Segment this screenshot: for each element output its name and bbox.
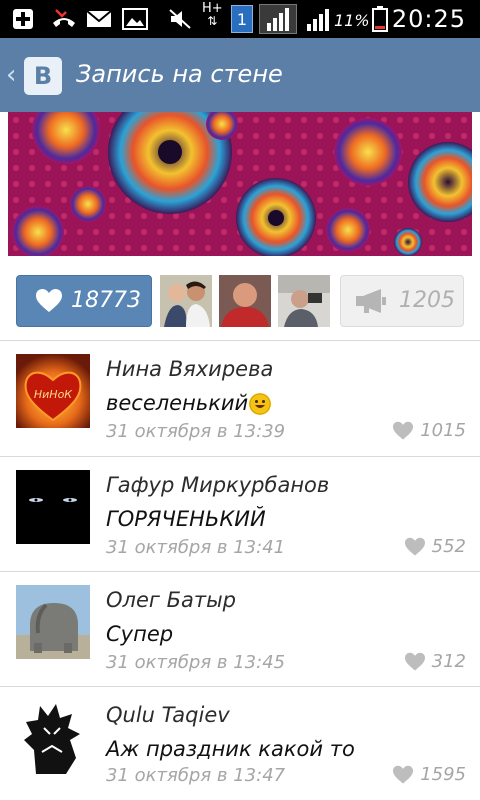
- liker-avatar[interactable]: [219, 275, 271, 327]
- avatar[interactable]: НиНоК: [16, 354, 90, 428]
- comment-date: 31 октября в 13:45: [106, 652, 286, 673]
- mail-icon: [86, 7, 112, 31]
- clock: 20:25: [391, 5, 466, 33]
- liker-avatar[interactable]: [278, 275, 330, 327]
- data-transfer-icon: H+ ⇅: [202, 1, 223, 28]
- comment-item[interactable]: НиНоК Нина Вяхирева веселенький 31 октяб…: [0, 341, 480, 456]
- avatar[interactable]: [16, 700, 90, 774]
- comment-date: 31 октября в 13:39: [106, 421, 286, 442]
- chevron-left-icon[interactable]: ‹: [6, 60, 16, 90]
- avatar[interactable]: [16, 470, 90, 544]
- comment-date: 31 октября в 13:47: [106, 765, 286, 786]
- megaphone-icon: [355, 288, 389, 318]
- comment-author[interactable]: Гафур Миркурбанов: [106, 473, 329, 497]
- status-bar: H+ ⇅ 1 11% 20:25: [0, 0, 480, 38]
- comment-like-count: 1015: [420, 420, 466, 441]
- liker-avatar[interactable]: [160, 275, 212, 327]
- image-icon: [122, 7, 148, 31]
- heart-icon: [35, 288, 63, 318]
- avatar[interactable]: [16, 585, 90, 659]
- share-count: 1205: [399, 288, 455, 313]
- share-button[interactable]: 1205: [340, 275, 464, 327]
- signal-icon: [305, 7, 331, 31]
- comment-item[interactable]: Гафур Миркурбанов ГОРЯЧЕНЬКИЙ 31 октября…: [0, 457, 480, 572]
- signal-box-icon: [259, 4, 297, 34]
- comment-text: Аж праздник какой то: [106, 737, 355, 761]
- comment-like-button[interactable]: 552: [404, 536, 466, 557]
- comment-date: 31 октября в 13:41: [106, 537, 286, 558]
- comment-like-button[interactable]: 1015: [392, 420, 466, 441]
- comment-text: Супер: [106, 622, 174, 646]
- avatar-text: НиНоК: [34, 388, 73, 401]
- comment-text-wrap: веселенький: [106, 391, 272, 415]
- comment-like-count: 312: [431, 651, 466, 672]
- app-header: ‹ В Запись на стене: [0, 38, 480, 112]
- like-count: 18773: [71, 288, 141, 313]
- comment-item[interactable]: Олег Батыр Супер 31 октября в 13:45 312: [0, 572, 480, 687]
- battery-percent: 11%: [334, 11, 370, 30]
- notification-badge: 1: [231, 5, 253, 33]
- post-image[interactable]: [8, 112, 472, 256]
- vk-logo[interactable]: В: [24, 57, 62, 95]
- mute-icon: [168, 7, 192, 31]
- comment-text: ГОРЯЧЕНЬКИЙ: [106, 507, 266, 531]
- comment-author[interactable]: Олег Батыр: [106, 588, 236, 612]
- heart-icon: [404, 652, 425, 670]
- comment-like-count: 552: [431, 536, 466, 557]
- comment-text: веселенький: [106, 391, 249, 415]
- missed-call-icon: [50, 7, 78, 31]
- comment-item[interactable]: Qulu Taqiev Аж праздник какой то 31 октя…: [0, 687, 480, 800]
- heart-icon: [393, 421, 414, 439]
- comment-like-count: 1595: [420, 764, 466, 785]
- heart-icon: [393, 765, 414, 783]
- comment-author[interactable]: Qulu Taqiev: [106, 703, 230, 727]
- comment-like-button[interactable]: 312: [404, 651, 466, 672]
- smiley-emoji-icon: [249, 393, 272, 415]
- heart-icon: [404, 537, 425, 555]
- plus-icon: [12, 7, 34, 31]
- page-title: Запись на стене: [76, 60, 283, 88]
- battery-icon: [372, 6, 388, 32]
- like-button[interactable]: 18773: [16, 275, 152, 327]
- comment-author[interactable]: Нина Вяхирева: [106, 357, 273, 381]
- comment-like-button[interactable]: 1595: [392, 764, 466, 785]
